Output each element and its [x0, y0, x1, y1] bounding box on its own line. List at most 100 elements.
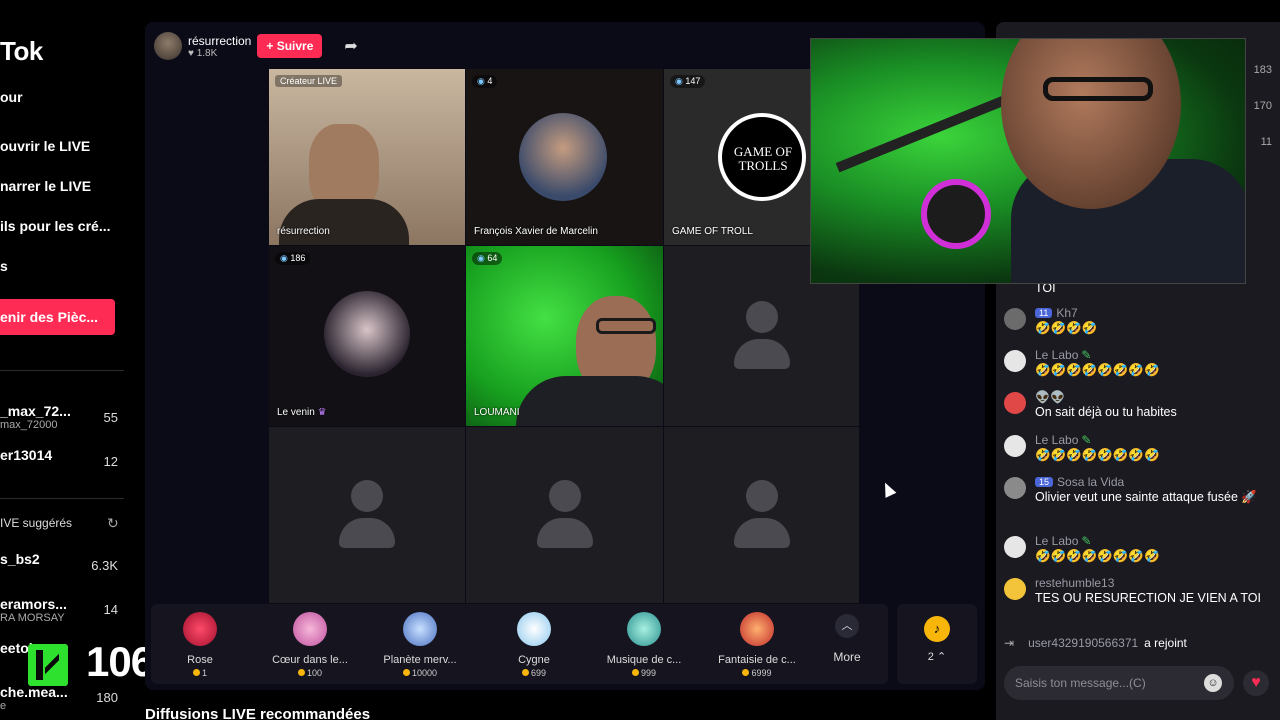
chat-username[interactable]: Le Labo ✎ [1035, 433, 1266, 447]
badge-value: 64 [487, 253, 498, 263]
chat-message: Le Labo ✎ 🤣🤣🤣🤣🤣🤣🤣🤣 [1004, 433, 1266, 463]
chat-username[interactable]: 👽👽 [1035, 390, 1266, 404]
suggested-item[interactable]: che.mea... e 180 [0, 684, 122, 712]
gift-name: Planète merv... [383, 654, 457, 666]
avatar[interactable] [1004, 578, 1026, 600]
host-info[interactable]: résurrection ♥ 1.8K [188, 34, 251, 59]
empty-seat-tile[interactable] [466, 427, 663, 603]
empty-seat-tile[interactable] [269, 427, 465, 603]
game-of-trolls-logo: GAME OF TROLLS [718, 113, 806, 201]
gift-item-rose[interactable]: Rose 1 [145, 612, 255, 678]
coin-icon [521, 669, 529, 676]
avatar[interactable] [1004, 392, 1026, 414]
guest-name: GAME OF TROLL [672, 226, 753, 237]
gift-item-fantasy[interactable]: Fantaisie de c... 6999 [702, 612, 812, 678]
suggested-item[interactable]: s_bs2 6.3K [0, 551, 122, 573]
username-text: Le Labo [1035, 433, 1079, 447]
chat-message: 👽👽 On sait déjà ou tu habites [1004, 390, 1266, 420]
empty-seat-icon [536, 480, 593, 550]
pencil-icon: ✎ [1081, 534, 1092, 548]
share-icon[interactable]: ➦ [344, 36, 357, 56]
guest-tile-host[interactable]: Créateur LIVE résurrection [269, 69, 465, 245]
message-text: Olivier veut une sainte attaque fusée 🚀 [1035, 490, 1257, 504]
nav-item-discover-live[interactable]: ouvrir le LIVE [0, 138, 90, 154]
brand-logo[interactable]: Tok [0, 36, 43, 67]
viewer-badge: ◉ 186 [275, 252, 311, 265]
following-item[interactable]: _max_72... max_72000 55 [0, 403, 122, 431]
following-item[interactable]: er13014 12 [0, 447, 122, 469]
coin-balance-button[interactable]: ♪ 2 ⌃ [897, 604, 977, 684]
like-heart-icon[interactable]: ♥ [1243, 670, 1269, 696]
creator-live-badge: Créateur LIVE [275, 75, 343, 87]
avatar[interactable] [1004, 350, 1026, 372]
more-label: More [833, 650, 861, 664]
guest-tile[interactable]: GAME OF TROLLS ◉ 147 GAME OF TROLL [664, 69, 810, 245]
nav-item-creator-tools[interactable]: ils pour les cré... [0, 218, 111, 234]
avatar[interactable] [1004, 308, 1026, 330]
gift-price: 1 [145, 668, 255, 678]
viewer-badge: ◉ 4 [472, 75, 498, 88]
gift-name: Rose [187, 654, 213, 666]
chat-message: Le Labo ✎ 🤣🤣🤣🤣🤣🤣🤣🤣 [1004, 348, 1266, 378]
empty-seat-tile[interactable] [664, 427, 859, 603]
refresh-icon[interactable]: ↻ [107, 515, 119, 532]
host-avatar[interactable] [154, 32, 182, 60]
join-username[interactable]: user4329190566371 [1028, 636, 1138, 650]
gift-bar: Rose 1 Cœur dans le... 100 Planète merv.… [151, 604, 888, 684]
person-shirt [279, 199, 409, 245]
avatar[interactable] [1004, 477, 1026, 499]
gift-item-music[interactable]: Musique de c... 999 [589, 612, 699, 678]
nav-item-start-live[interactable]: narrer le LIVE [0, 178, 91, 194]
mic-boom-arm [835, 95, 1007, 173]
guest-name: résurrection [277, 226, 330, 237]
gift-item-swan[interactable]: Cygne 699 [479, 612, 589, 678]
gift-price-value: 999 [640, 668, 657, 678]
follow-button[interactable]: + Suivre [257, 34, 323, 58]
more-gifts-button[interactable]: ︿ More [827, 614, 867, 664]
username-text: Le Labo [1035, 534, 1079, 548]
join-notification: ⇥ user4329190566371 a rejoint [1004, 636, 1187, 650]
nav-item-for-you[interactable]: our [0, 89, 23, 105]
badge-value: 147 [685, 76, 701, 86]
host-name: résurrection [188, 33, 252, 48]
chat-username[interactable]: Le Labo ✎ [1035, 348, 1266, 362]
guest-tile[interactable]: ◉ 64 LOUMANI [466, 246, 663, 426]
pencil-icon: ✎ [1081, 433, 1092, 447]
chat-message-input[interactable] [1004, 666, 1234, 700]
host-likes-value: 1.8K [196, 47, 218, 59]
guest-tile[interactable]: ◉ 4 François Xavier de Marcelin [466, 69, 663, 245]
level-icon: ♛ [317, 407, 327, 418]
message-text: 🤣🤣🤣🤣🤣🤣🤣🤣 [1035, 448, 1160, 462]
chat-username[interactable]: 11 Kh7 [1035, 306, 1266, 320]
viewer-count: 180 [96, 690, 118, 705]
microphone-icon [921, 179, 991, 249]
chat-username[interactable]: 15 Sosa la Vida [1035, 475, 1266, 489]
chevron-up-icon: ︿ [835, 614, 859, 638]
badge-value: 186 [290, 253, 306, 263]
guest-avatar [519, 113, 607, 201]
viewer-badge: ◉ 64 [472, 252, 503, 265]
username-text: Sosa la Vida [1057, 475, 1125, 489]
viewer-count: 6.3K [91, 558, 118, 573]
drum-icon [627, 612, 661, 646]
emoji-icon[interactable]: ☺ [1204, 674, 1222, 692]
rank-score: 170 [1253, 100, 1272, 112]
divider [0, 498, 124, 499]
coin-icon [742, 669, 750, 676]
chat-username[interactable]: restehumble13 [1035, 576, 1266, 590]
chat-username[interactable]: Le Labo ✎ [1035, 534, 1266, 548]
get-coins-button[interactable]: enir des Pièc... [0, 299, 115, 335]
coin-count-value: 2 [927, 651, 934, 663]
avatar[interactable] [1004, 536, 1026, 558]
guest-tile[interactable]: ◉ 186 Le venin ♛ [269, 246, 465, 426]
nav-item-more[interactable]: s [0, 258, 8, 274]
gift-item-planet[interactable]: Planète merv... 10000 [365, 612, 475, 678]
gift-price: 699 [479, 668, 589, 678]
streamer-webcam-overlay [810, 38, 1246, 284]
badge-value: 4 [487, 76, 493, 86]
rank-score: 11 [1260, 136, 1272, 148]
join-text: a rejoint [1144, 636, 1187, 650]
avatar[interactable] [1004, 435, 1026, 457]
suggested-item[interactable]: eramors... RA MORSAY 14 [0, 596, 122, 624]
gift-item-heart[interactable]: Cœur dans le... 100 [255, 612, 365, 678]
